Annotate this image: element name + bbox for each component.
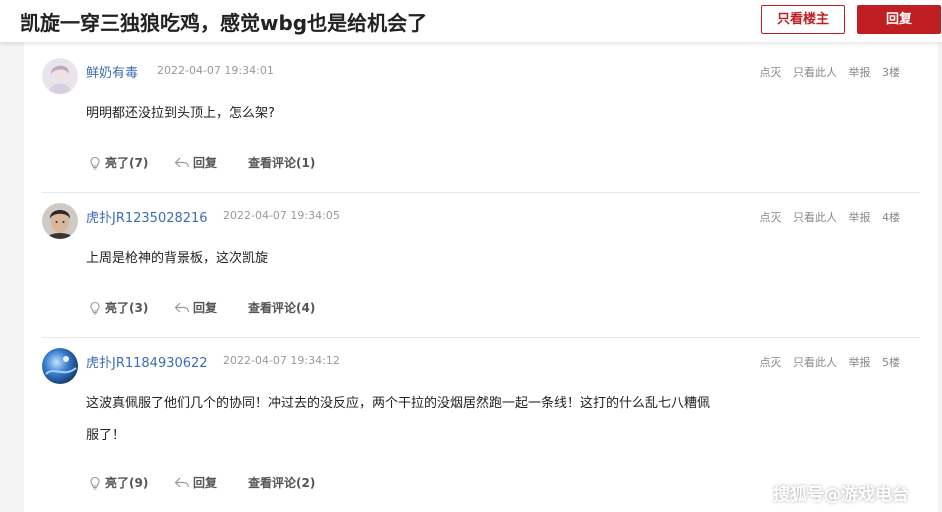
top-bar: 凯旋一穿三独狼吃鸡，感觉wbg也是给机会了 只看楼主 回复 bbox=[0, 0, 942, 42]
avatar[interactable] bbox=[42, 348, 78, 384]
reply-label: 回复 bbox=[193, 476, 218, 490]
reply-arrow-icon bbox=[174, 477, 190, 487]
post-content: 上周是枪神的背景板，这次凯旋 bbox=[86, 243, 786, 275]
post-actions: 点灭 只看此人 举报 3楼 bbox=[752, 64, 901, 80]
reply-arrow-icon bbox=[174, 302, 190, 312]
lightbulb-icon bbox=[90, 476, 100, 490]
report-link[interactable]: 举报 bbox=[849, 211, 871, 224]
username[interactable]: 鲜奶有毒 bbox=[86, 62, 138, 81]
floor-number: 5楼 bbox=[882, 356, 900, 369]
reply-post-5: 虎扑JR1184930622 2022-04-07 19:34:12 点灭 只看… bbox=[42, 348, 920, 498]
post-actions: 点灭 只看此人 举报 4楼 bbox=[752, 209, 901, 225]
post-content: 明明都还没拉到头顶上，怎么架? bbox=[86, 98, 786, 130]
floor-number: 3楼 bbox=[882, 66, 900, 79]
post-time: 2022-04-07 19:34:01 bbox=[157, 64, 274, 77]
username[interactable]: 虎扑JR1184930622 bbox=[86, 352, 208, 371]
only-op-button[interactable]: 只看楼主 bbox=[761, 5, 845, 34]
divider bbox=[42, 337, 920, 338]
report-link[interactable]: 举报 bbox=[849, 66, 871, 79]
floor-number: 4楼 bbox=[882, 211, 900, 224]
reply-arrow-icon bbox=[174, 157, 190, 167]
like-button[interactable]: 亮了(3) bbox=[88, 299, 148, 316]
lightbulb-icon bbox=[90, 156, 100, 170]
view-comments-link[interactable]: 查看评论(4) bbox=[248, 299, 315, 316]
divider bbox=[42, 192, 920, 193]
dislike-link[interactable]: 点灭 bbox=[760, 356, 782, 369]
reply-button[interactable]: 回复 bbox=[857, 5, 941, 34]
content-line: 明明都还没拉到头顶上，怎么架? bbox=[86, 106, 275, 121]
comments-label: 查看评论(2) bbox=[248, 476, 316, 490]
dislike-link[interactable]: 点灭 bbox=[760, 66, 782, 79]
avatar[interactable] bbox=[42, 58, 78, 94]
like-count: 亮了(9) bbox=[105, 476, 149, 490]
username[interactable]: 虎扑JR1235028216 bbox=[86, 207, 208, 226]
view-comments-link[interactable]: 查看评论(2) bbox=[248, 474, 315, 491]
reply-label: 回复 bbox=[193, 301, 218, 315]
post-content: 这波真佩服了他们几个的协同！冲过去的没反应，两个干拉的没烟居然跑一起一条线！这打… bbox=[86, 388, 786, 452]
like-button[interactable]: 亮了(9) bbox=[88, 474, 148, 491]
post-actions: 点灭 只看此人 举报 5楼 bbox=[752, 354, 901, 370]
lightbulb-icon bbox=[90, 301, 100, 315]
like-button[interactable]: 亮了(7) bbox=[88, 154, 148, 171]
report-link[interactable]: 举报 bbox=[849, 356, 871, 369]
avatar[interactable] bbox=[42, 203, 78, 239]
comments-label: 查看评论(4) bbox=[248, 301, 316, 315]
reply-post-3: 鲜奶有毒 2022-04-07 19:34:01 点灭 只看此人 举报 3楼 明… bbox=[42, 58, 920, 188]
dislike-link[interactable]: 点灭 bbox=[760, 211, 782, 224]
only-this-user-link[interactable]: 只看此人 bbox=[793, 356, 837, 369]
only-this-user-link[interactable]: 只看此人 bbox=[793, 66, 837, 79]
content-line: 这波真佩服了他们几个的协同！冲过去的没反应，两个干拉的没烟居然跑一起一条线！这打… bbox=[86, 396, 711, 411]
watermark: 搜狐号@游戏电台 bbox=[773, 485, 909, 505]
reply-post-4: 虎扑JR1235028216 2022-04-07 19:34:05 点灭 只看… bbox=[42, 203, 920, 333]
post-time: 2022-04-07 19:34:12 bbox=[223, 354, 340, 367]
reply-link[interactable]: 回复 bbox=[174, 299, 217, 316]
thread-title: 凯旋一穿三独狼吃鸡，感觉wbg也是给机会了 bbox=[20, 11, 428, 35]
only-this-user-link[interactable]: 只看此人 bbox=[793, 211, 837, 224]
post-time: 2022-04-07 19:34:05 bbox=[223, 209, 340, 222]
reply-link[interactable]: 回复 bbox=[174, 474, 217, 491]
content-line: 服了！ bbox=[86, 428, 126, 443]
content-line: 上周是枪神的背景板，这次凯旋 bbox=[86, 251, 269, 266]
reply-link[interactable]: 回复 bbox=[174, 154, 217, 171]
like-count: 亮了(7) bbox=[105, 156, 149, 170]
reply-label: 回复 bbox=[193, 156, 218, 170]
comments-label: 查看评论(1) bbox=[248, 156, 316, 170]
like-count: 亮了(3) bbox=[105, 301, 149, 315]
view-comments-link[interactable]: 查看评论(1) bbox=[248, 154, 315, 171]
